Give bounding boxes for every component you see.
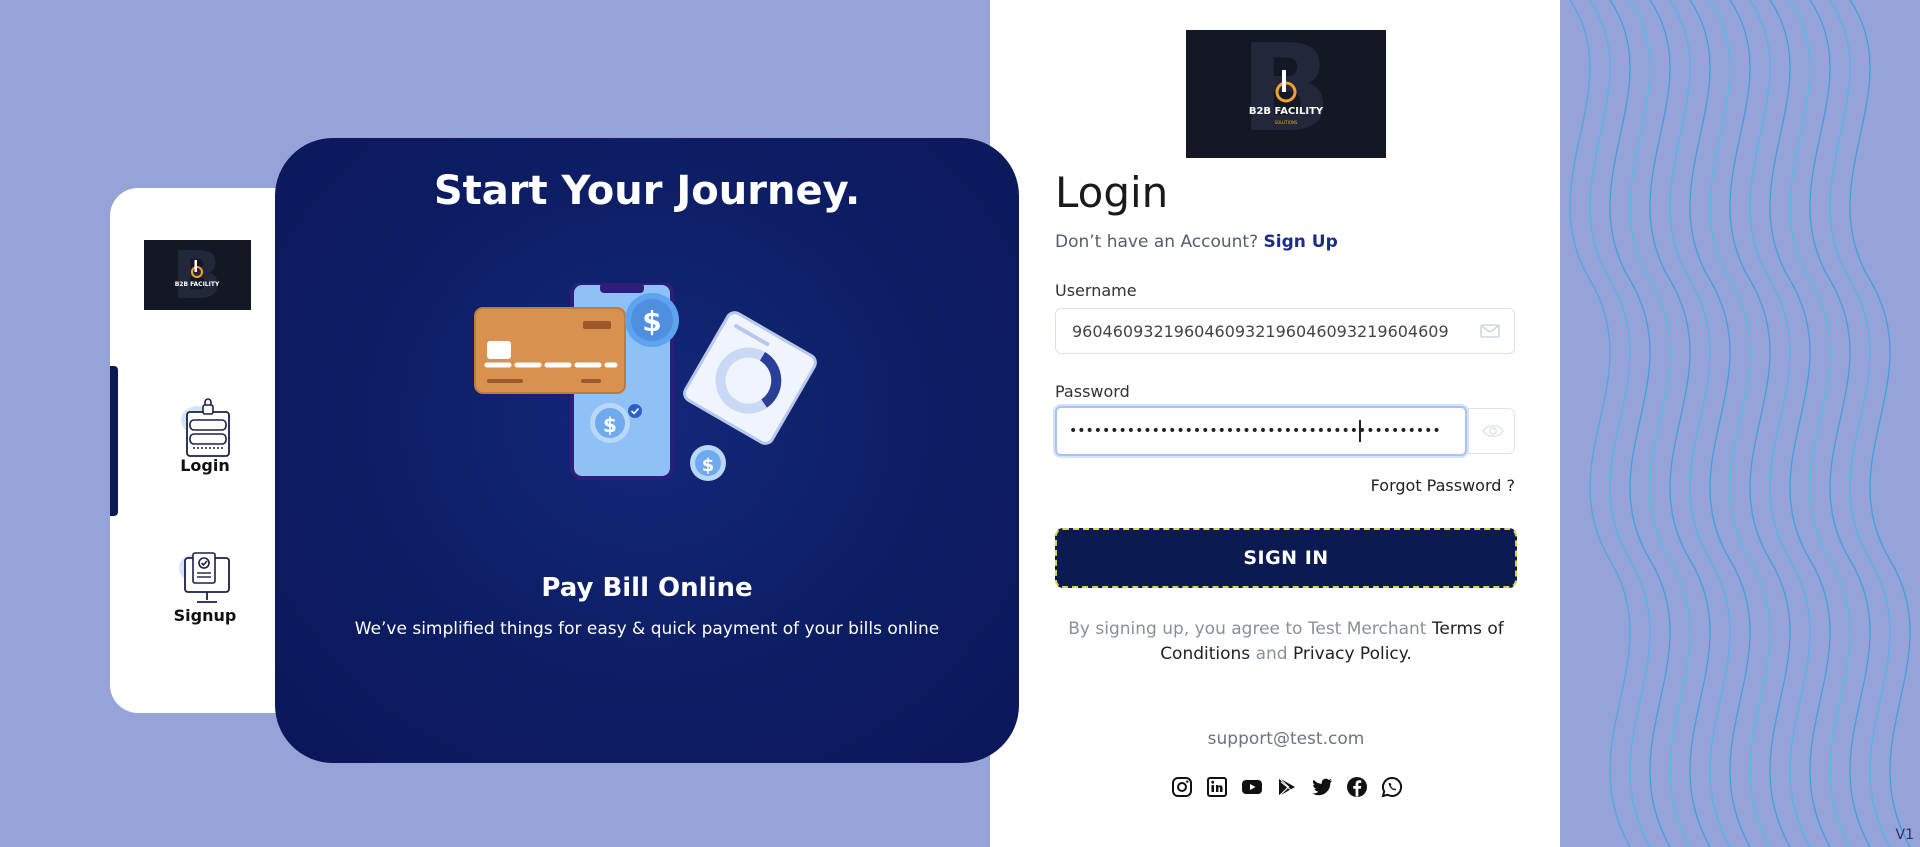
side-logo-graphic: B B2B FACILITY [144,240,251,310]
svg-text:SOLUTIONS: SOLUTIONS [1275,120,1298,125]
signup-prompt-text: Don’t have an Account? [1055,232,1259,252]
terms-and: and [1255,644,1288,664]
signup-prompt-row: Don’t have an Account? Sign Up [1055,232,1338,252]
svg-text:B: B [172,240,222,310]
forgot-password-link[interactable]: Forgot Password ? [1371,476,1515,495]
eye-icon[interactable] [1482,423,1504,439]
side-nav-login[interactable]: Login [150,398,260,475]
twitter-icon[interactable] [1310,775,1334,799]
svg-text:$: $ [603,413,617,437]
whatsapp-icon[interactable] [1380,775,1404,799]
hero-description: We’ve simplified things for easy & quick… [354,619,940,639]
payment-illustration: $ $ $ [474,283,817,481]
brand-logo-graphic: B B2B FACILITY SOLUTIONS [1186,30,1386,158]
password-input[interactable]: ••••••••••••••••••••••••••••••••••••••••… [1069,408,1449,454]
terms-prefix: By signing up, you agree to Test Merchan… [1068,619,1427,639]
page-title: Login [1055,168,1169,217]
svg-text:B2B FACILITY: B2B FACILITY [1249,106,1324,117]
password-label: Password [1055,382,1130,401]
social-links [1170,775,1404,799]
play-store-icon[interactable] [1275,775,1299,799]
facebook-icon[interactable] [1345,775,1369,799]
mail-icon [1480,324,1500,338]
support-email[interactable]: support@test.com [1055,729,1517,749]
signup-link[interactable]: Sign Up [1264,232,1338,252]
hero-subtitle: Pay Bill Online [541,573,753,603]
side-nav-signup[interactable]: Signup [150,548,260,625]
login-panel: B B2B FACILITY SOLUTIONS Login Don’t hav… [990,0,1560,847]
wave-pattern [1569,0,1911,847]
svg-text:B2B FACILITY: B2B FACILITY [175,281,220,288]
linkedin-icon[interactable] [1205,775,1229,799]
signup-monitor-icon [173,548,237,612]
svg-text:$: $ [642,305,661,338]
username-field[interactable] [1055,308,1515,355]
youtube-icon[interactable] [1240,775,1264,799]
password-field[interactable]: ••••••••••••••••••••••••••••••••••••••••… [1055,406,1467,456]
text-cursor [1359,420,1361,442]
version-label: V1 [1895,827,1914,843]
toggle-password-button[interactable] [1468,408,1515,454]
svg-text:B: B [1240,30,1331,158]
svg-text:$: $ [702,455,715,476]
sign-in-button[interactable]: SIGN IN [1055,528,1517,588]
instagram-icon[interactable] [1170,775,1194,799]
privacy-link[interactable]: Privacy Policy. [1293,644,1412,664]
username-label: Username [1055,281,1137,300]
side-logo: B B2B FACILITY [144,240,251,310]
active-nav-indicator [110,366,118,516]
username-input[interactable] [1070,309,1464,355]
hero-card: Start Your Journey. $ $ $ Pay Bill Onlin… [275,138,1019,763]
terms-text: By signing up, you agree to Test Merchan… [1055,617,1517,667]
brand-logo: B B2B FACILITY SOLUTIONS [1186,30,1386,158]
hero-title: Start Your Journey. [433,168,861,214]
login-form-icon [173,398,237,462]
